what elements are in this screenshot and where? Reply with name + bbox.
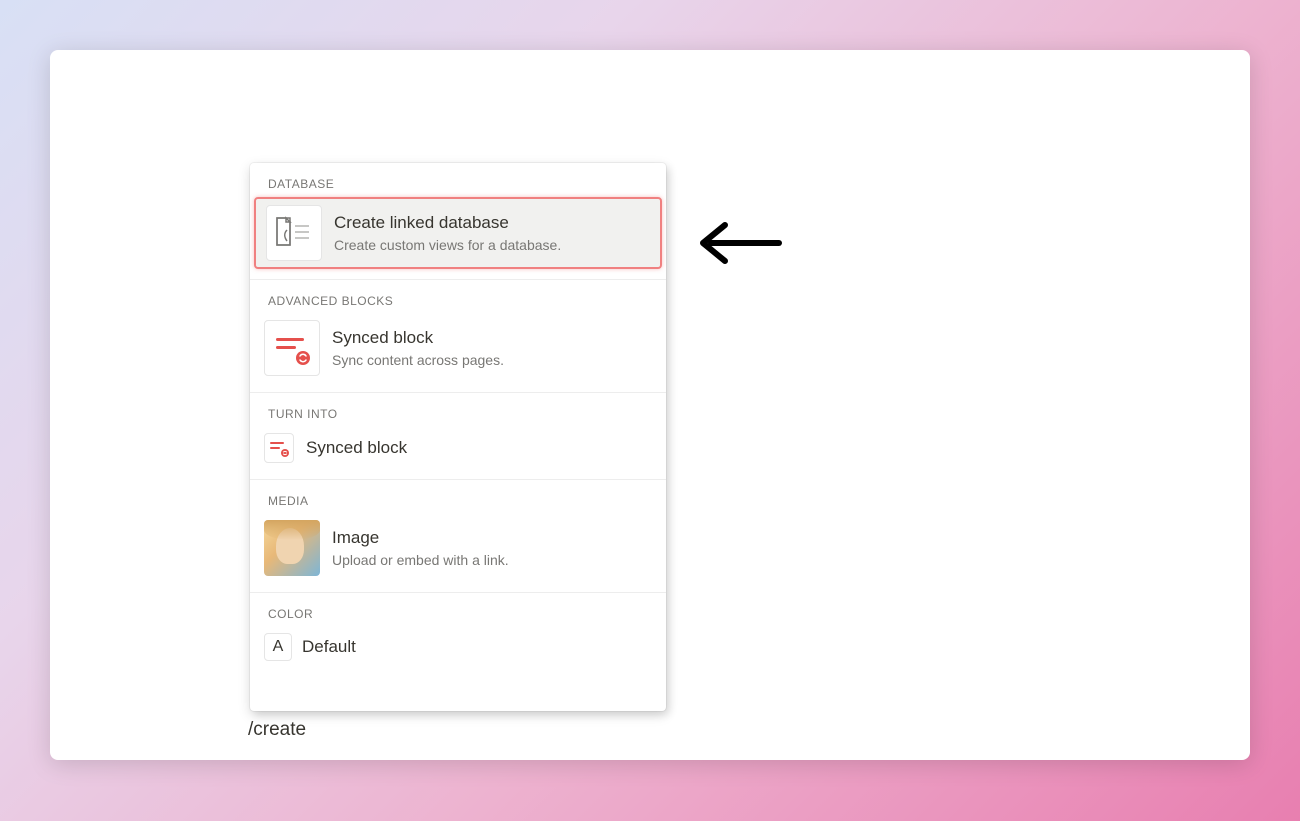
section-header-database: DATABASE bbox=[250, 163, 666, 197]
menu-item-text: Synced block Sync content across pages. bbox=[332, 327, 504, 369]
linked-database-icon bbox=[266, 205, 322, 261]
section-header-advanced-blocks: ADVANCED BLOCKS bbox=[250, 280, 666, 314]
menu-item-title: Image bbox=[332, 527, 509, 549]
menu-item-desc: Create custom views for a database. bbox=[334, 236, 561, 254]
color-swatch-default: A bbox=[264, 633, 292, 661]
menu-item-title: Synced block bbox=[332, 327, 504, 349]
menu-item-synced-block[interactable]: Synced block Sync content across pages. bbox=[250, 314, 666, 382]
menu-item-text: Create linked database Create custom vie… bbox=[334, 212, 561, 254]
menu-item-image[interactable]: Image Upload or embed with a link. bbox=[250, 514, 666, 582]
annotation-arrow-icon bbox=[697, 215, 783, 276]
menu-item-title: Default bbox=[302, 636, 356, 658]
image-thumbnail-icon bbox=[264, 520, 320, 576]
menu-item-title: Synced block bbox=[306, 437, 407, 459]
section-header-turn-into: TURN INTO bbox=[250, 393, 666, 427]
slash-command-input-text[interactable]: /create bbox=[248, 719, 306, 741]
synced-block-icon bbox=[264, 320, 320, 376]
menu-item-title: Create linked database bbox=[334, 212, 561, 234]
menu-item-create-linked-database[interactable]: Create linked database Create custom vie… bbox=[254, 197, 662, 269]
menu-item-desc: Upload or embed with a link. bbox=[332, 551, 509, 569]
slash-command-menu: DATABASE Create linked database Create c… bbox=[250, 163, 666, 711]
menu-item-desc: Sync content across pages. bbox=[332, 351, 504, 369]
synced-block-small-icon bbox=[264, 433, 294, 463]
page-card: DATABASE Create linked database Create c… bbox=[50, 50, 1250, 760]
menu-item-color-default[interactable]: A Default bbox=[250, 627, 666, 667]
menu-item-text: Image Upload or embed with a link. bbox=[332, 527, 509, 569]
menu-item-turn-into-synced-block[interactable]: Synced block bbox=[250, 427, 666, 469]
section-header-color: COLOR bbox=[250, 593, 666, 627]
section-header-media: MEDIA bbox=[250, 480, 666, 514]
